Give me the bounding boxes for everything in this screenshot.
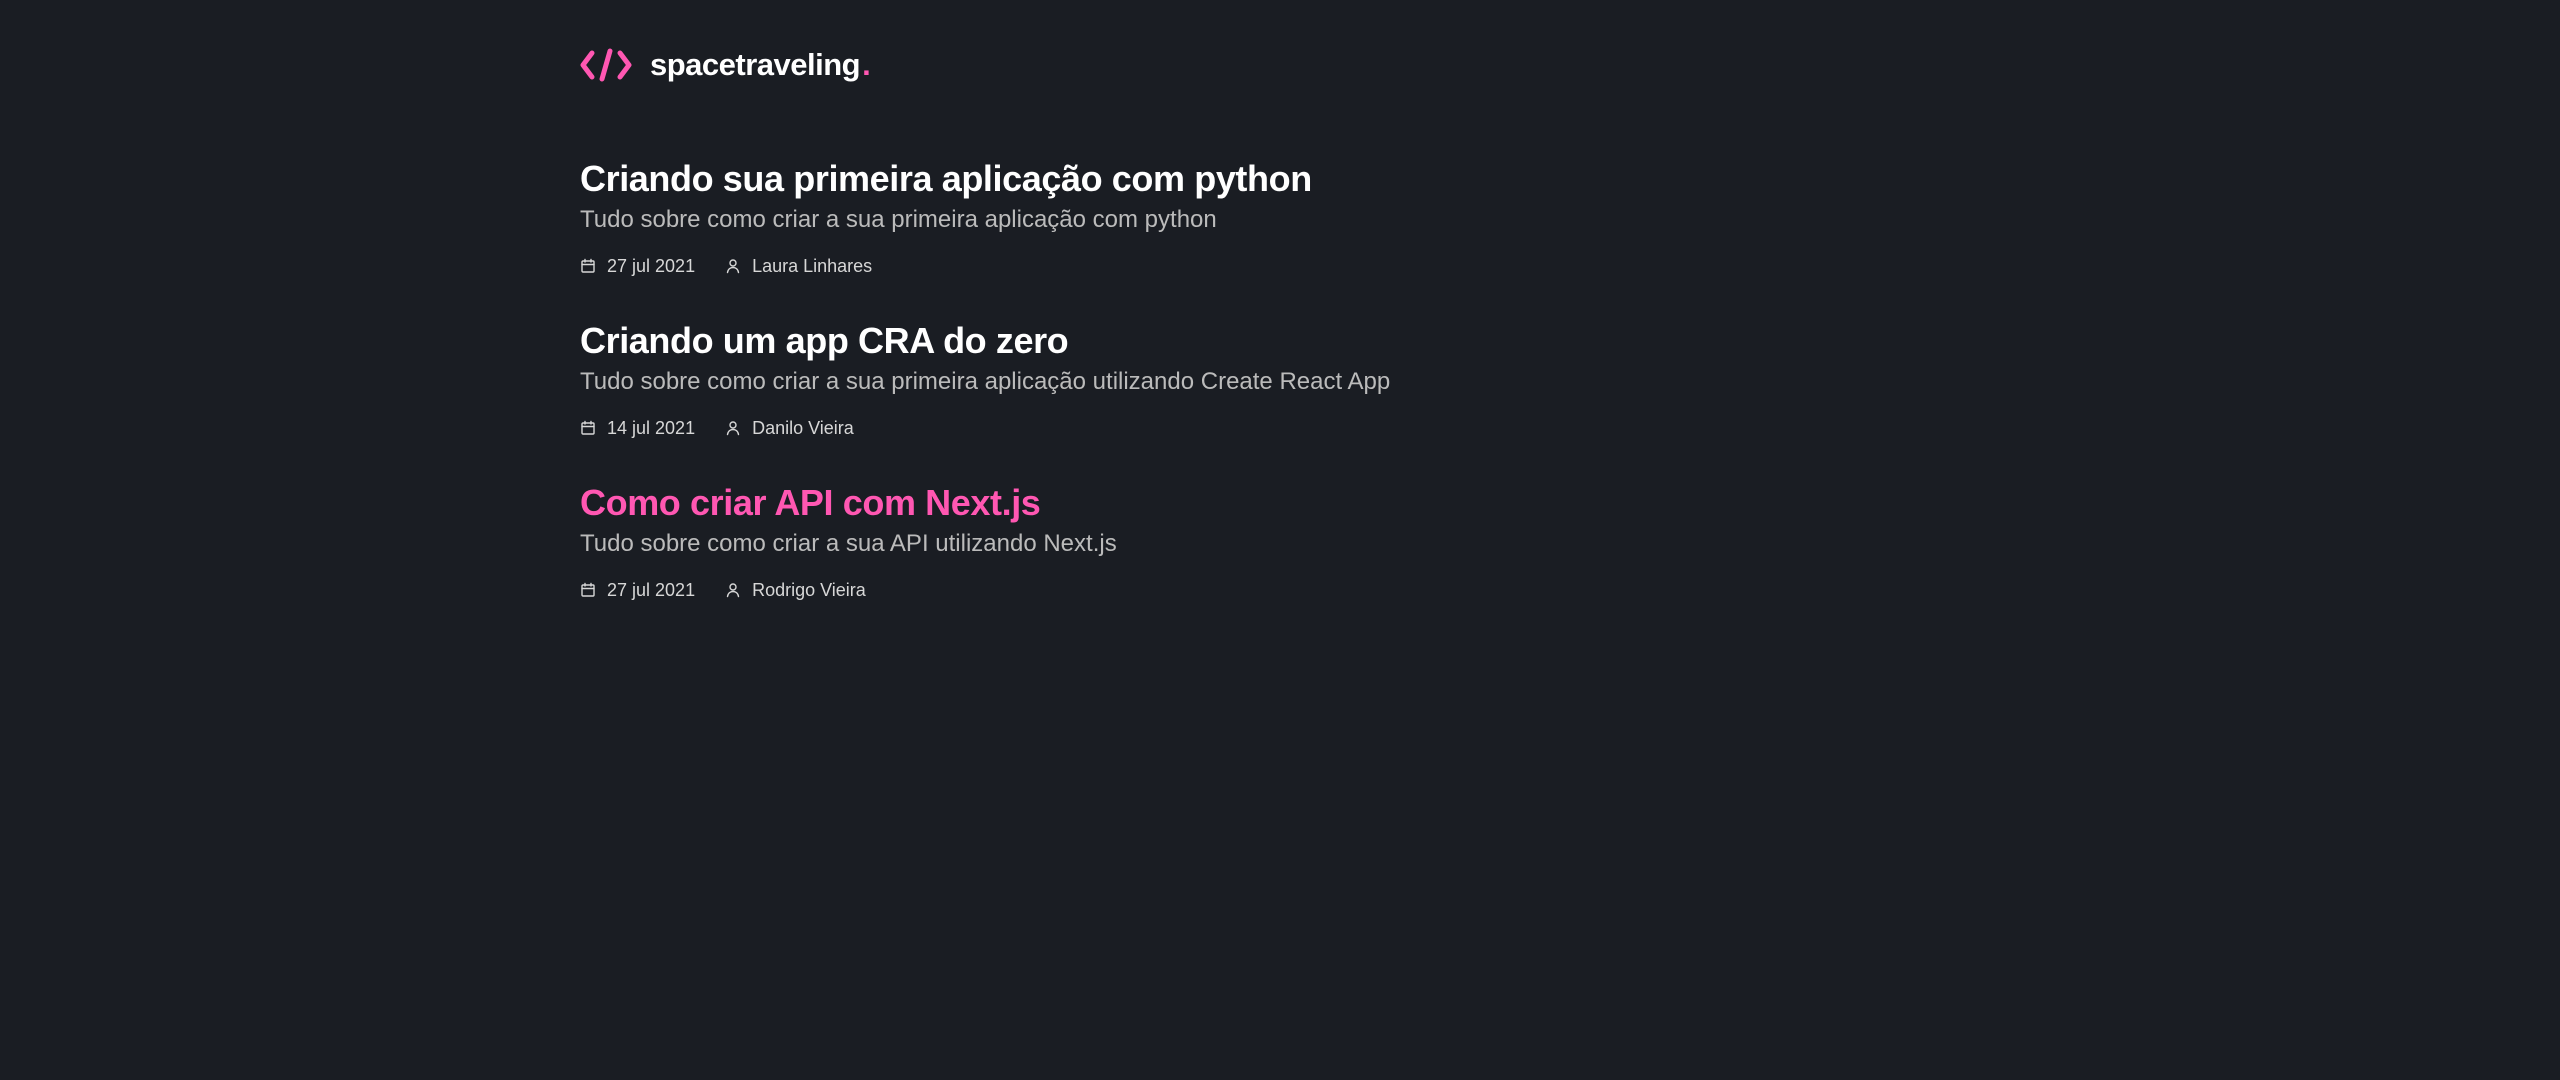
site-header: spacetraveling. xyxy=(580,45,1780,85)
post-date: 27 jul 2021 xyxy=(580,254,695,278)
code-brackets-icon[interactable] xyxy=(580,48,632,82)
post-author: Laura Linhares xyxy=(725,254,872,278)
post-list: Criando sua primeira aplicação com pytho… xyxy=(580,157,1780,602)
post-date-text: 14 jul 2021 xyxy=(607,418,696,438)
post-subtitle: Tudo sobre como criar a sua primeira apl… xyxy=(580,206,1217,233)
post-author-text: Danilo Vieira xyxy=(752,418,854,438)
page-container: spacetraveling. Criando sua primeira apl… xyxy=(580,0,1780,643)
post-item[interactable]: Como criar API com Next.js Tudo sobre co… xyxy=(580,481,1780,602)
post-date: 14 jul 2021 xyxy=(580,416,695,440)
post-meta: 14 jul 2021 Danilo Vieira xyxy=(580,416,1780,440)
post-meta: 27 jul 2021 Rodrigo Vieira xyxy=(580,578,1780,602)
post-item[interactable]: Criando um app CRA do zero Tudo sobre co… xyxy=(580,319,1780,440)
user-icon xyxy=(725,582,741,598)
post-author: Rodrigo Vieira xyxy=(725,578,866,602)
post-meta: 27 jul 2021 Laura Linhares xyxy=(580,254,1780,278)
post-author-text: Rodrigo Vieira xyxy=(752,580,866,600)
site-logo-dot: . xyxy=(862,47,871,82)
user-icon xyxy=(725,258,741,274)
post-subtitle: Tudo sobre como criar a sua primeira apl… xyxy=(580,368,1391,395)
post-subtitle: Tudo sobre como criar a sua API utilizan… xyxy=(580,530,1117,557)
user-icon xyxy=(725,420,741,436)
post-title[interactable]: Como criar API com Next.js xyxy=(580,481,1780,525)
post-author: Danilo Vieira xyxy=(725,416,854,440)
post-item[interactable]: Criando sua primeira aplicação com pytho… xyxy=(580,157,1780,278)
calendar-icon xyxy=(580,258,596,274)
post-author-text: Laura Linhares xyxy=(752,256,873,276)
post-title[interactable]: Criando sua primeira aplicação com pytho… xyxy=(580,157,1780,201)
post-date: 27 jul 2021 xyxy=(580,578,695,602)
post-date-text: 27 jul 2021 xyxy=(607,256,696,276)
calendar-icon xyxy=(580,420,596,436)
post-date-text: 27 jul 2021 xyxy=(607,580,696,600)
site-logo-text[interactable]: spacetraveling xyxy=(650,47,861,83)
post-title[interactable]: Criando um app CRA do zero xyxy=(580,319,1780,363)
calendar-icon xyxy=(580,582,596,598)
